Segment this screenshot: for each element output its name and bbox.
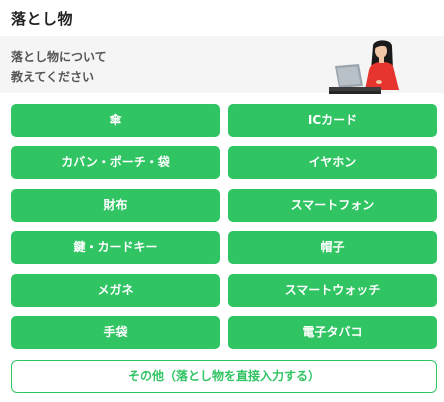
prompt-text: 落とし物について 教えてください xyxy=(11,47,107,87)
option-glasses-button[interactable]: メガネ xyxy=(11,274,220,307)
other-item-button[interactable]: その他（落とし物を直接入力する） xyxy=(11,360,437,393)
operator-illustration xyxy=(329,40,399,94)
option-keys-button[interactable]: 鍵・カードキー xyxy=(11,231,220,264)
option-earphones-button[interactable]: イヤホン xyxy=(228,146,437,179)
option-wallet-button[interactable]: 財布 xyxy=(11,189,220,222)
option-ic-card-button[interactable]: ICカード xyxy=(228,104,437,137)
option-umbrella-button[interactable]: 傘 xyxy=(11,104,220,137)
option-smartphone-button[interactable]: スマートフォン xyxy=(228,189,437,222)
page-title: 落とし物 xyxy=(11,10,74,28)
prompt-line-1: 落とし物について xyxy=(11,50,107,64)
option-hat-button[interactable]: 帽子 xyxy=(228,231,437,264)
header: 落とし物 xyxy=(0,0,444,36)
prompt-line-2: 教えてください xyxy=(11,70,95,84)
option-gloves-button[interactable]: 手袋 xyxy=(11,316,220,349)
option-bag-button[interactable]: カバン・ポーチ・袋 xyxy=(11,146,220,179)
option-e-cigarette-button[interactable]: 電子タバコ xyxy=(228,316,437,349)
option-smartwatch-button[interactable]: スマートウォッチ xyxy=(228,274,437,307)
